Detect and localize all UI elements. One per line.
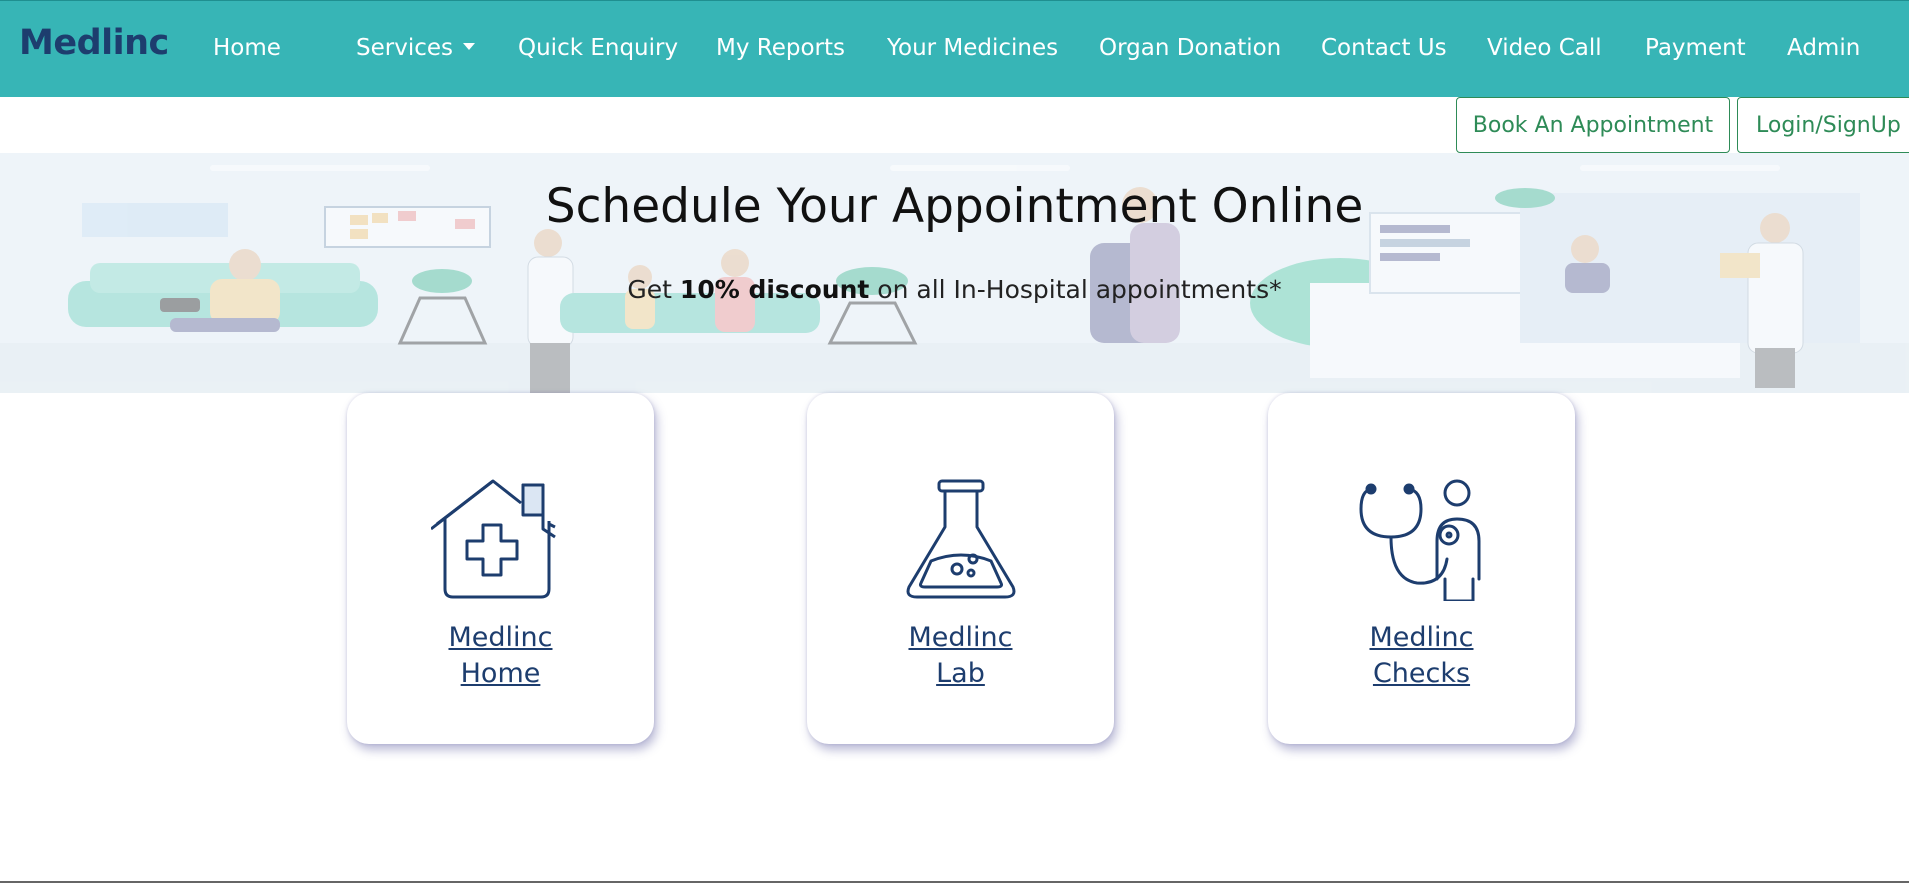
caret-down-icon (463, 43, 475, 50)
card-link-line1: Medlinc (1369, 622, 1474, 653)
card-medlinc-checks[interactable]: Medlinc Checks (1268, 393, 1575, 744)
nav-my-reports[interactable]: My Reports (716, 35, 845, 61)
nav-services-dropdown[interactable]: Services (356, 35, 475, 61)
card-medlinc-home[interactable]: Medlinc Home (347, 393, 654, 744)
nav-home[interactable]: Home (213, 35, 281, 61)
card-medlinc-lab[interactable]: Medlinc Lab (807, 393, 1114, 744)
nav-contact-us[interactable]: Contact Us (1321, 35, 1447, 61)
card-link-line2: Checks (1372, 658, 1471, 689)
card-link-line2: Lab (936, 658, 985, 689)
nav-admin[interactable]: Admin (1787, 35, 1860, 61)
top-navbar: Medlinc Home Services Quick Enquiry My R… (0, 0, 1909, 97)
discount-highlight: 10% discount (679, 275, 870, 304)
stethoscope-checkup-icon (1268, 479, 1575, 601)
medlinc-checks-link[interactable]: Medlinc Checks (1268, 620, 1575, 692)
login-signup-button[interactable]: Login/SignUp (1737, 97, 1909, 153)
nav-payment[interactable]: Payment (1645, 35, 1746, 61)
lab-flask-icon (807, 479, 1114, 601)
nav-services-label: Services (356, 35, 453, 61)
nav-organ-donation[interactable]: Organ Donation (1099, 35, 1281, 61)
banner-subtitle: Get 10% discount on all In-Hospital appo… (0, 275, 1909, 304)
medlinc-home-link[interactable]: Medlinc Home (347, 620, 654, 692)
home-medical-icon (347, 479, 654, 601)
card-link-line1: Medlinc (448, 622, 553, 653)
nav-quick-enquiry[interactable]: Quick Enquiry (518, 35, 678, 61)
nav-video-call[interactable]: Video Call (1487, 35, 1602, 61)
brand-logo[interactable]: Medlinc (19, 23, 169, 63)
medlinc-lab-link[interactable]: Medlinc Lab (807, 620, 1114, 692)
banner-title: Schedule Your Appointment Online (545, 179, 1364, 234)
book-appointment-button[interactable]: Book An Appointment (1456, 97, 1730, 153)
banner-sub-prefix: Get (627, 275, 680, 304)
banner-sub-suffix: on all In-Hospital appointments* (869, 275, 1282, 304)
nav-your-medicines[interactable]: Your Medicines (887, 35, 1058, 61)
card-link-line2: Home (460, 658, 541, 689)
appointment-banner: Schedule Your Appointment Online Get 10%… (0, 153, 1909, 393)
card-link-line1: Medlinc (908, 622, 1013, 653)
